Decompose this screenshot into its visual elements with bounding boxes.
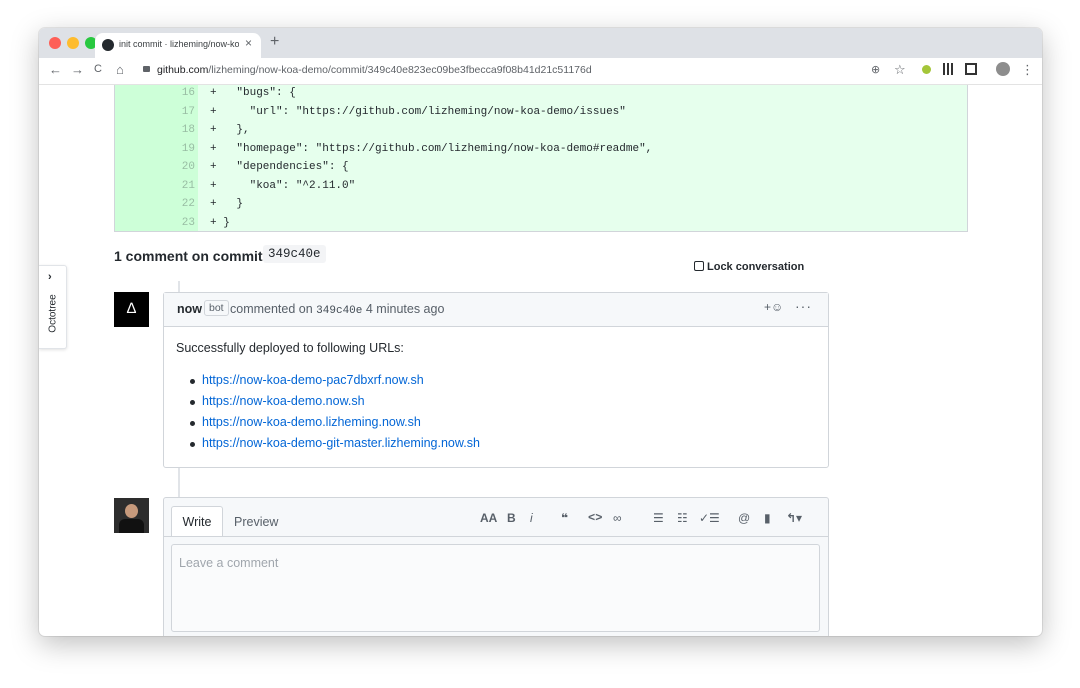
line-code: + "bugs": { [210, 87, 296, 99]
comment-author[interactable]: now [177, 302, 202, 316]
line-code: + }, [210, 124, 250, 136]
comment-header: now bot commented on 349c40e 4 minutes a… [164, 293, 828, 327]
line-code: + "url": "https://github.com/lizheming/n… [210, 105, 626, 118]
comment-meta: commented on 349c40e 4 minutes ago [230, 302, 445, 317]
diff-line: 23 + } [115, 214, 967, 233]
current-user-avatar[interactable] [114, 498, 149, 533]
line-code: + } [210, 198, 244, 210]
lock-icon [694, 261, 704, 271]
deployment-url-link[interactable]: https://now-koa-demo.now.sh [190, 394, 480, 415]
line-code: + "koa": "^2.11.0" [210, 179, 356, 192]
screenshot-icon[interactable] [965, 63, 977, 75]
comment-time[interactable]: 4 minutes ago [366, 302, 445, 316]
tab-close-icon[interactable]: × [245, 36, 252, 50]
android-extension-icon[interactable] [922, 65, 931, 74]
star-icon[interactable]: ☆ [894, 62, 906, 78]
diff-view: 16 + "bugs": { 17 + "url": "https://github.… [114, 85, 968, 232]
line-number[interactable]: 22 [165, 198, 195, 210]
url-text: github.com/lizheming/now-koa-demo/commit… [157, 64, 592, 76]
bold-icon[interactable]: B [507, 511, 516, 525]
reload-icon[interactable]: C [94, 63, 102, 75]
line-number[interactable]: 21 [165, 180, 195, 192]
avatar-body [119, 519, 144, 533]
code-icon[interactable]: <> [588, 511, 602, 525]
bot-badge: bot [204, 300, 229, 316]
browser-tab[interactable]: init commit · lizheming/now-koa-demo × [95, 33, 261, 58]
commit-sha: 349c40e [263, 245, 326, 263]
tab-write[interactable]: Write [171, 506, 223, 536]
deployment-url-link[interactable]: https://now-koa-demo-pac7dbxrf.now.sh [190, 373, 480, 394]
octotree-label: Octotree [47, 294, 59, 333]
qr-code-icon[interactable] [943, 63, 955, 75]
line-code: + "dependencies": { [210, 161, 349, 173]
address-bar[interactable]: github.com/lizheming/now-koa-demo/commit… [135, 61, 895, 81]
task-list-icon[interactable]: ✓☰ [699, 511, 720, 525]
comments-heading: 1 comment on commit [114, 248, 263, 264]
new-tab-button[interactable]: + [270, 33, 279, 51]
forward-icon[interactable]: → [71, 62, 84, 77]
line-number[interactable]: 17 [165, 106, 195, 118]
mention-icon[interactable]: @ [738, 511, 750, 525]
lock-icon [143, 66, 150, 72]
saved-replies-icon[interactable]: ▮ [764, 511, 771, 525]
comment-sha-link[interactable]: 349c40e [316, 305, 362, 317]
line-number[interactable]: 23 [165, 217, 195, 229]
now-bot-avatar[interactable]: ∆ [114, 292, 149, 327]
tab-title: init commit · lizheming/now-koa-demo [119, 39, 239, 49]
line-number[interactable]: 16 [165, 87, 195, 99]
deployment-url-list: https://now-koa-demo-pac7dbxrf.now.sh ht… [190, 373, 480, 457]
avatar-face [125, 504, 138, 518]
page-content: 16 + "bugs": { 17 + "url": "https://github.… [39, 85, 1042, 636]
numbered-list-icon[interactable]: ☷ [677, 511, 688, 525]
browser-toolbar: ← → C ⌂ github.com/lizheming/now-koa-dem… [39, 58, 1042, 85]
tab-bar: init commit · lizheming/now-koa-demo × + [39, 28, 1042, 58]
add-reaction-button[interactable]: +☺ [764, 300, 783, 314]
more-options-button[interactable]: ··· [795, 298, 812, 314]
comment-placeholder: Leave a comment [179, 556, 279, 570]
quote-icon[interactable]: ❝ [561, 511, 568, 525]
comment-textarea[interactable]: Leave a comment [171, 544, 820, 632]
diff-line: 16 + "bugs": { [115, 85, 967, 103]
deployment-url-link[interactable]: https://now-koa-demo-git-master.lizhemin… [190, 436, 480, 457]
zoom-icon[interactable]: ⊕ [871, 63, 880, 76]
line-number[interactable]: 20 [165, 161, 195, 173]
comment-editor: Write Preview AA B i ❝ <> ∞ ☰ ☷ ✓☰ @ ▮ ↰… [163, 497, 829, 636]
reply-icon[interactable]: ↰▾ [786, 511, 802, 525]
deployment-url-link[interactable]: https://now-koa-demo.lizheming.now.sh [190, 415, 480, 436]
line-number[interactable]: 18 [165, 124, 195, 136]
chevron-right-icon: › [48, 271, 52, 283]
diff-line: 19 + "homepage": "https://github.com/lizh… [115, 140, 967, 159]
line-code: + "homepage": "https://github.com/lizhem… [210, 142, 653, 155]
home-icon[interactable]: ⌂ [116, 62, 124, 77]
link-icon[interactable]: ∞ [613, 511, 622, 525]
line-code: + } [210, 216, 230, 229]
github-icon [102, 39, 114, 51]
editor-divider [164, 536, 828, 537]
diff-line: 22 + } [115, 195, 967, 214]
close-window-button[interactable] [49, 37, 61, 49]
octotree-toggle[interactable]: › Octotree [39, 265, 67, 349]
bulleted-list-icon[interactable]: ☰ [653, 511, 664, 525]
comment-body-text: Successfully deployed to following URLs: [176, 341, 404, 355]
back-icon[interactable]: ← [49, 62, 62, 77]
lock-conversation-button[interactable]: Lock conversation [694, 260, 804, 273]
diff-line: 21 + "koa": "^2.11.0" [115, 177, 967, 196]
comment: now bot commented on 349c40e 4 minutes a… [163, 292, 829, 468]
browser-window: init commit · lizheming/now-koa-demo × +… [39, 28, 1042, 636]
line-number[interactable]: 19 [165, 143, 195, 155]
italic-icon[interactable]: i [530, 511, 533, 525]
diff-line: 18 + }, [115, 121, 967, 140]
diff-line: 20 + "dependencies": { [115, 158, 967, 177]
profile-avatar[interactable] [996, 62, 1010, 76]
tab-preview[interactable]: Preview [234, 515, 278, 529]
minimize-window-button[interactable] [67, 37, 79, 49]
diff-line: 17 + "url": "https://github.com/lizheming… [115, 103, 967, 122]
heading-icon[interactable]: AA [480, 511, 497, 525]
menu-icon[interactable]: ⋮ [1021, 62, 1034, 78]
